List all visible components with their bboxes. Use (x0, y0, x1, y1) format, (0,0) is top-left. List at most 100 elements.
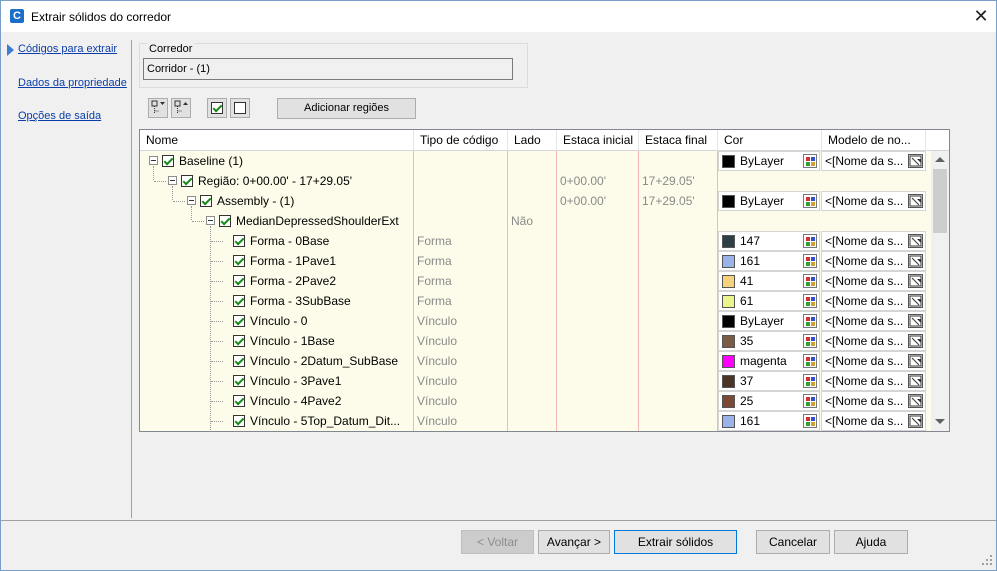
row-template-cell[interactable]: <[Nome da s... (821, 371, 926, 391)
table-row[interactable]: Forma - 0Base Forma 147 <[Nome da s... (140, 231, 931, 251)
edit-template-icon[interactable] (908, 254, 923, 268)
expand-all-button[interactable] (148, 98, 168, 118)
table-row[interactable]: Forma - 2Pave2 Forma 41 <[Nome da s... (140, 271, 931, 291)
color-picker-icon[interactable] (803, 194, 817, 208)
table-row[interactable]: Vínculo - 2Datum_SubBase Vínculo magenta <[… (140, 351, 931, 371)
color-picker-icon[interactable] (803, 354, 817, 368)
row-template-cell[interactable]: <[Nome da s... (821, 231, 926, 251)
row-checkbox[interactable] (233, 275, 245, 287)
table-row[interactable]: Forma - 1Pave1 Forma 161 <[Nome da s... (140, 251, 931, 271)
edit-template-icon[interactable] (908, 374, 923, 388)
color-picker-icon[interactable] (803, 374, 817, 388)
row-template-cell[interactable]: <[Nome da s... (821, 311, 926, 331)
col-header-modelo[interactable]: Modelo de no... (822, 130, 926, 151)
row-color-cell[interactable]: 25 (718, 391, 820, 411)
row-template-cell[interactable]: <[Nome da s... (821, 331, 926, 351)
check-all-button[interactable] (207, 98, 227, 118)
row-color-cell[interactable]: 37 (718, 371, 820, 391)
edit-template-icon[interactable] (908, 414, 923, 428)
color-picker-icon[interactable] (803, 234, 817, 248)
row-checkbox[interactable] (233, 295, 245, 307)
table-row[interactable]: MedianDepressedShoulderExt Não (140, 211, 931, 231)
row-color-cell[interactable]: ByLayer (718, 191, 820, 211)
back-button[interactable]: < Voltar (461, 530, 534, 554)
scroll-up-icon[interactable] (935, 157, 945, 162)
edit-template-icon[interactable] (908, 194, 923, 208)
color-picker-icon[interactable] (803, 394, 817, 408)
collapse-icon[interactable] (187, 196, 196, 205)
col-header-estaca-final[interactable]: Estaca final (639, 130, 718, 151)
row-color-cell[interactable]: magenta (718, 351, 820, 371)
vertical-scrollbar[interactable] (931, 151, 949, 431)
table-row[interactable]: Forma - 3SubBase Forma 61 <[Nome da s... (140, 291, 931, 311)
row-checkbox[interactable] (181, 175, 193, 187)
row-template-cell[interactable]: <[Nome da s... (821, 411, 926, 431)
row-template-cell[interactable]: <[Nome da s... (821, 271, 926, 291)
row-color-cell[interactable]: 161 (718, 411, 820, 431)
row-template-cell[interactable]: <[Nome da s... (821, 151, 926, 171)
row-template-cell[interactable]: <[Nome da s... (821, 251, 926, 271)
row-checkbox[interactable] (233, 355, 245, 367)
color-picker-icon[interactable] (803, 294, 817, 308)
col-header-nome[interactable]: Nome (140, 130, 414, 151)
collapse-all-button[interactable] (171, 98, 191, 118)
help-button[interactable]: Ajuda (834, 530, 908, 554)
row-checkbox[interactable] (233, 395, 245, 407)
table-row[interactable]: Vínculo - 5Top_Datum_Dit... Vínculo 161 <[N… (140, 411, 931, 431)
row-checkbox[interactable] (233, 255, 245, 267)
color-picker-icon[interactable] (803, 254, 817, 268)
edit-template-icon[interactable] (908, 314, 923, 328)
edit-template-icon[interactable] (908, 154, 923, 168)
nav-item-codigos[interactable]: Códigos para extrair (18, 43, 117, 55)
col-header-lado[interactable]: Lado (508, 130, 557, 151)
nav-item-dados[interactable]: Dados da propriedade (18, 77, 127, 89)
row-color-cell[interactable]: 61 (718, 291, 820, 311)
table-row[interactable]: Vínculo - 1Base Vínculo 35 <[Nome da s... (140, 331, 931, 351)
edit-template-icon[interactable] (908, 234, 923, 248)
edit-template-icon[interactable] (908, 354, 923, 368)
table-row[interactable]: Assembly - (1) 0+00.00' 17+29.05' ByLayer <[… (140, 191, 931, 211)
collapse-icon[interactable] (206, 216, 215, 225)
row-checkbox[interactable] (233, 415, 245, 427)
row-color-cell[interactable]: 35 (718, 331, 820, 351)
color-picker-icon[interactable] (803, 314, 817, 328)
row-checkbox[interactable] (219, 215, 231, 227)
scroll-down-icon[interactable] (935, 419, 945, 424)
col-header-cor[interactable]: Cor (718, 130, 822, 151)
edit-template-icon[interactable] (908, 294, 923, 308)
resize-grip-icon[interactable] (981, 554, 993, 566)
cancel-button[interactable]: Cancelar (756, 530, 830, 554)
next-button[interactable]: Avançar > (538, 530, 610, 554)
row-checkbox[interactable] (233, 375, 245, 387)
add-regions-button[interactable]: Adicionar regiões (277, 98, 416, 119)
col-header-estaca-inicial[interactable]: Estaca inicial (557, 130, 639, 151)
row-checkbox[interactable] (162, 155, 174, 167)
nav-item-opcoes[interactable]: Opções de saída (18, 110, 101, 122)
color-picker-icon[interactable] (803, 274, 817, 288)
extract-solids-button[interactable]: Extrair sólidos (614, 530, 737, 554)
uncheck-all-button[interactable] (230, 98, 250, 118)
close-icon[interactable]: ✕ (968, 3, 994, 29)
color-picker-icon[interactable] (803, 414, 817, 428)
scroll-thumb[interactable] (933, 169, 947, 233)
col-header-tipo[interactable]: Tipo de código (414, 130, 508, 151)
row-template-cell[interactable]: <[Nome da s... (821, 391, 926, 411)
table-row[interactable]: Vínculo - 0 Vínculo ByLayer <[Nome da s... (140, 311, 931, 331)
color-picker-icon[interactable] (803, 154, 817, 168)
color-picker-icon[interactable] (803, 334, 817, 348)
row-color-cell[interactable]: 161 (718, 251, 820, 271)
row-template-cell[interactable]: <[Nome da s... (821, 351, 926, 371)
table-row[interactable]: Vínculo - 3Pave1 Vínculo 37 <[Nome da s... (140, 371, 931, 391)
edit-template-icon[interactable] (908, 274, 923, 288)
row-checkbox[interactable] (200, 195, 212, 207)
row-color-cell[interactable]: ByLayer (718, 311, 820, 331)
row-template-cell[interactable]: <[Nome da s... (821, 191, 926, 211)
edit-template-icon[interactable] (908, 394, 923, 408)
collapse-icon[interactable] (149, 156, 158, 165)
table-row[interactable]: Baseline (1) ByLayer <[Nome da s... (140, 151, 931, 171)
table-row[interactable]: Região: 0+00.00' - 17+29.05' 0+00.00' 17+2… (140, 171, 931, 191)
row-checkbox[interactable] (233, 315, 245, 327)
row-color-cell[interactable]: 41 (718, 271, 820, 291)
collapse-icon[interactable] (168, 176, 177, 185)
row-checkbox[interactable] (233, 235, 245, 247)
